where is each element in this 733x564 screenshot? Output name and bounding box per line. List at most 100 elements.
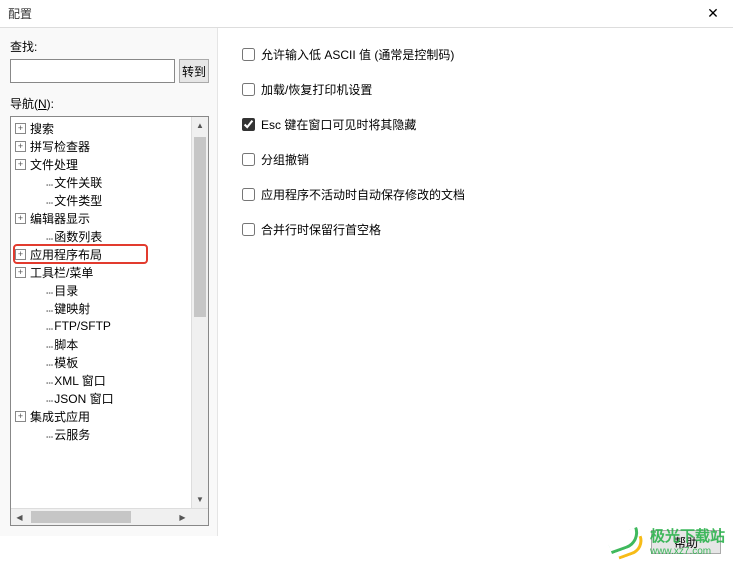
tree-spacer (31, 393, 42, 404)
tree-scrollbar-vertical[interactable]: ▲ ▼ (191, 117, 208, 508)
expand-icon[interactable]: + (15, 213, 26, 224)
scroll-up-arrow-icon[interactable]: ▲ (192, 117, 208, 134)
option-checkbox[interactable] (242, 188, 255, 201)
tree-item[interactable]: + 搜索 (11, 119, 208, 137)
tree-spacer (31, 321, 42, 332)
tree-item[interactable]: + 拼写检查器 (11, 137, 208, 155)
tree-branch-icon: … (46, 391, 52, 405)
option-row: 合并行时保留行首空格 (242, 221, 709, 238)
nav-tree-container: +搜索+拼写检查器+文件处理…文件关联…文件类型+编辑器显示…函数列表+应用程序… (10, 116, 209, 526)
tree-item-label: 工具栏/菜单 (30, 264, 93, 281)
expand-icon[interactable]: + (15, 267, 26, 278)
scroll-thumb-vertical[interactable] (194, 137, 206, 317)
tree-item-label: XML 窗口 (54, 372, 106, 389)
nav-label-post: ): (47, 97, 54, 111)
option-label[interactable]: 合并行时保留行首空格 (261, 221, 381, 238)
scroll-down-arrow-icon[interactable]: ▼ (192, 491, 208, 508)
option-checkbox[interactable] (242, 153, 255, 166)
tree-item-label: 文件处理 (30, 156, 78, 173)
tree-spacer (31, 339, 42, 350)
tree-item-label: 应用程序布局 (30, 246, 102, 263)
titlebar: 配置 ✕ (0, 0, 733, 28)
find-input[interactable] (10, 59, 175, 83)
tree-item-label: JSON 窗口 (54, 390, 113, 407)
option-row: 加载/恢复打印机设置 (242, 81, 709, 98)
tree-item-label: 文件类型 (54, 192, 102, 209)
tree-spacer (31, 357, 42, 368)
goto-button[interactable]: 转到 (179, 59, 209, 83)
scroll-right-arrow-icon[interactable]: ▶ (174, 509, 191, 525)
expand-icon[interactable]: + (15, 411, 26, 422)
option-row: 分组撤销 (242, 151, 709, 168)
option-row: 允许输入低 ASCII 值 (通常是控制码) (242, 46, 709, 63)
tree-item-label: 键映射 (54, 300, 90, 317)
tree-item[interactable]: …文件关联 (11, 173, 208, 191)
left-panel: 查找: 转到 导航(N): +搜索+拼写检查器+文件处理…文件关联…文件类型+编… (0, 28, 218, 536)
nav-label-pre: 导航( (10, 97, 38, 111)
tree-item-label: 集成式应用 (30, 408, 90, 425)
footer: 帮助 (651, 530, 721, 554)
tree-item[interactable]: …JSON 窗口 (11, 389, 208, 407)
tree-spacer (31, 285, 42, 296)
scroll-left-arrow-icon[interactable]: ◀ (11, 509, 28, 525)
scroll-thumb-horizontal[interactable] (31, 511, 131, 523)
tree-item[interactable]: + 编辑器显示 (11, 209, 208, 227)
expand-icon[interactable]: + (15, 249, 26, 260)
expand-icon[interactable]: + (15, 159, 26, 170)
nav-tree[interactable]: +搜索+拼写检查器+文件处理…文件关联…文件类型+编辑器显示…函数列表+应用程序… (11, 117, 208, 525)
expand-icon[interactable]: + (15, 123, 26, 134)
tree-item-label: 文件关联 (54, 174, 102, 191)
tree-item[interactable]: …模板 (11, 353, 208, 371)
tree-item[interactable]: …云服务 (11, 425, 208, 443)
find-label: 查找: (10, 38, 209, 55)
tree-item-label: 搜索 (30, 120, 54, 137)
window-title: 配置 (8, 5, 32, 22)
tree-item[interactable]: + 应用程序布局 (11, 245, 208, 263)
tree-scrollbar-horizontal[interactable]: ◀ ▶ (11, 508, 208, 525)
tree-branch-icon: … (46, 283, 52, 297)
tree-branch-icon: … (46, 229, 52, 243)
tree-item[interactable]: …目录 (11, 281, 208, 299)
tree-branch-icon: … (46, 355, 52, 369)
option-checkbox[interactable] (242, 48, 255, 61)
expand-icon[interactable]: + (15, 141, 26, 152)
tree-item[interactable]: …文件类型 (11, 191, 208, 209)
close-button[interactable]: ✕ (693, 0, 733, 28)
tree-item-label: 函数列表 (54, 228, 102, 245)
tree-item[interactable]: …FTP/SFTP (11, 317, 208, 335)
nav-label-key: N (38, 97, 47, 111)
find-row: 转到 (10, 59, 209, 83)
help-button[interactable]: 帮助 (651, 530, 721, 554)
option-checkbox[interactable] (242, 118, 255, 131)
option-checkbox[interactable] (242, 223, 255, 236)
tree-item[interactable]: + 文件处理 (11, 155, 208, 173)
tree-branch-icon: … (46, 337, 52, 351)
tree-item-label: 脚本 (54, 336, 78, 353)
tree-item[interactable]: + 集成式应用 (11, 407, 208, 425)
option-label[interactable]: 加载/恢复打印机设置 (261, 81, 372, 98)
options-panel: 允许输入低 ASCII 值 (通常是控制码) 加载/恢复打印机设置 Esc 键在窗口… (218, 28, 733, 536)
tree-item-label: 云服务 (54, 426, 90, 443)
tree-spacer (31, 303, 42, 314)
tree-spacer (31, 429, 42, 440)
option-label[interactable]: 应用程序不活动时自动保存修改的文档 (261, 186, 465, 203)
tree-item[interactable]: …脚本 (11, 335, 208, 353)
nav-label: 导航(N): (10, 95, 209, 112)
tree-item[interactable]: …键映射 (11, 299, 208, 317)
tree-branch-icon: … (46, 193, 52, 207)
option-label[interactable]: Esc 键在窗口可见时将其隐藏 (261, 116, 416, 133)
tree-item-label: 编辑器显示 (30, 210, 90, 227)
option-label[interactable]: 允许输入低 ASCII 值 (通常是控制码) (261, 46, 454, 63)
tree-item-label: 模板 (54, 354, 78, 371)
tree-item[interactable]: …函数列表 (11, 227, 208, 245)
tree-item-label: 拼写检查器 (30, 138, 90, 155)
tree-branch-icon: … (46, 301, 52, 315)
tree-item[interactable]: …XML 窗口 (11, 371, 208, 389)
content-area: 查找: 转到 导航(N): +搜索+拼写检查器+文件处理…文件关联…文件类型+编… (0, 28, 733, 536)
tree-spacer (31, 177, 42, 188)
tree-item[interactable]: + 工具栏/菜单 (11, 263, 208, 281)
option-label[interactable]: 分组撤销 (261, 151, 309, 168)
option-row: Esc 键在窗口可见时将其隐藏 (242, 116, 709, 133)
option-checkbox[interactable] (242, 83, 255, 96)
tree-branch-icon: … (46, 427, 52, 441)
